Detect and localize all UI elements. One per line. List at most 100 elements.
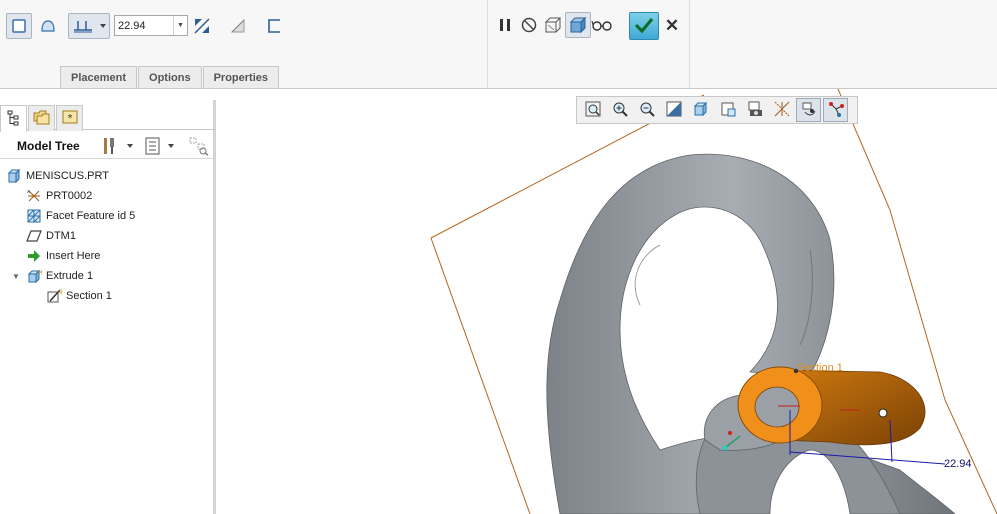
- geometry-preview-button[interactable]: [540, 12, 566, 38]
- datum-display-icon: [773, 100, 791, 121]
- depth-value-field[interactable]: ▼: [114, 15, 188, 36]
- extrude-dashboard: ▼ Placement Options Properties: [0, 0, 997, 89]
- tab-folder-browser[interactable]: [28, 105, 55, 131]
- chevron-down-icon[interactable]: ▼: [173, 16, 187, 35]
- repaint-icon: [665, 100, 683, 121]
- csys-icon: x: [26, 188, 42, 204]
- dashboard-options-group: ▼ Placement Options Properties: [0, 0, 488, 88]
- sketch-icon: ✳: [46, 288, 62, 304]
- facet-feature-icon: [26, 208, 42, 224]
- thicken-sketch-button[interactable]: [261, 13, 287, 39]
- spin-center-icon: [800, 100, 818, 121]
- navigator-tabs: *: [0, 102, 216, 132]
- tab-model-tree[interactable]: [0, 105, 27, 132]
- svg-text:x: x: [27, 189, 30, 195]
- feature-preview-icon: [568, 16, 588, 34]
- tree-item-insert-here[interactable]: Insert Here: [26, 246, 100, 266]
- model-tree-icon: [6, 109, 22, 130]
- section-label[interactable]: Section 1: [797, 362, 843, 374]
- verify-glasses-icon: [591, 18, 613, 32]
- folder-icon: [32, 108, 52, 129]
- tab-favorites[interactable]: *: [56, 105, 83, 131]
- dashboard-preview-group: [488, 0, 690, 88]
- tree-item-csys[interactable]: x PRT0002: [26, 186, 92, 206]
- close-icon: ✕: [664, 16, 680, 35]
- tree-item-section[interactable]: ✳ Section 1: [46, 286, 112, 306]
- zoom-out-button[interactable]: [634, 98, 659, 122]
- solid-extrude-icon: [11, 18, 27, 34]
- depth-option-button[interactable]: [68, 13, 110, 39]
- blind-depth-icon: [71, 18, 107, 34]
- extrude-preview[interactable]: [737, 366, 926, 446]
- svg-text:✳: ✳: [58, 288, 62, 297]
- geometry-preview-icon: [543, 16, 563, 34]
- tree-item-label: DTM1: [46, 230, 76, 242]
- model-tree-title: Model Tree: [17, 139, 80, 153]
- part-icon: [6, 168, 22, 184]
- zoom-in-icon: [611, 100, 629, 121]
- svg-text:✳: ✳: [38, 268, 42, 277]
- solid-extrude-button[interactable]: [6, 13, 32, 39]
- spin-center-button[interactable]: [796, 98, 821, 122]
- expand-arrow-icon[interactable]: ▼: [11, 271, 21, 281]
- display-style-button[interactable]: [688, 98, 713, 122]
- graphics-window[interactable]: Section 1 22.94: [219, 89, 997, 514]
- checkmark-icon: [634, 16, 654, 37]
- tree-item-label: Insert Here: [46, 250, 101, 262]
- refit-button[interactable]: [580, 98, 605, 122]
- datum-plane-icon: [26, 228, 42, 244]
- display-style-icon: [692, 100, 710, 121]
- tree-item-part[interactable]: MENISCUS.PRT: [6, 166, 109, 186]
- surface-extrude-icon: [40, 18, 56, 34]
- tree-item-label: PRT0002: [46, 190, 93, 202]
- flip-direction-icon: [192, 16, 212, 36]
- pause-button[interactable]: [492, 12, 518, 38]
- insert-arrow-icon: [26, 248, 42, 264]
- refit-icon: [584, 100, 602, 121]
- tree-item-label: MENISCUS.PRT: [26, 170, 109, 182]
- no-preview-button[interactable]: [516, 12, 542, 38]
- tree-item-extrude[interactable]: ✳ Extrude 1: [26, 266, 93, 286]
- tree-item-facet-feature[interactable]: Facet Feature id 5: [26, 206, 135, 226]
- depth-value-input[interactable]: [115, 16, 173, 35]
- ok-button[interactable]: [629, 12, 659, 40]
- verify-mode-button[interactable]: [589, 12, 615, 38]
- navigator-panel: * Model Tree MENISCUS.PRT x PRT0002 Face…: [0, 100, 216, 514]
- show-options-icon[interactable]: [144, 136, 180, 159]
- surface-extrude-button[interactable]: [35, 13, 61, 39]
- thicken-icon: [265, 17, 283, 35]
- tree-item-label: Extrude 1: [46, 270, 94, 282]
- tab-properties[interactable]: Properties: [202, 66, 280, 88]
- tree-filter-icon[interactable]: [188, 136, 210, 159]
- annotation-display-button[interactable]: [823, 98, 848, 122]
- saved-views-button[interactable]: [715, 98, 740, 122]
- view-toolbar: [576, 96, 858, 124]
- dashboard-tabs: Placement Options Properties: [60, 66, 280, 88]
- favorites-icon: *: [61, 108, 79, 129]
- tab-placement[interactable]: Placement: [60, 66, 138, 88]
- svg-text:*: *: [67, 113, 72, 124]
- feature-preview-button[interactable]: [565, 12, 591, 38]
- remove-material-icon: [229, 17, 247, 35]
- pause-icon: [498, 17, 512, 33]
- flip-direction-button[interactable]: [189, 13, 215, 39]
- tree-item-label: Section 1: [66, 290, 112, 302]
- tree-item-datum-plane[interactable]: DTM1: [26, 226, 76, 246]
- model-viewport[interactable]: [219, 89, 997, 514]
- saved-views-icon: [719, 100, 737, 121]
- dimension-value-label[interactable]: 22.94: [944, 458, 972, 470]
- tree-item-label: Facet Feature id 5: [46, 210, 136, 222]
- no-preview-icon: [520, 16, 538, 34]
- zoom-out-icon: [638, 100, 656, 121]
- tab-options[interactable]: Options: [138, 66, 202, 88]
- annotation-display-icon: [827, 100, 845, 121]
- zoom-in-button[interactable]: [607, 98, 632, 122]
- repaint-button[interactable]: [661, 98, 686, 122]
- view-manager-button[interactable]: [742, 98, 767, 122]
- settings-tools-icon[interactable]: [101, 136, 137, 159]
- remove-material-button[interactable]: [225, 13, 251, 39]
- cancel-button[interactable]: ✕: [662, 14, 682, 38]
- datum-display-button[interactable]: [769, 98, 794, 122]
- extrude-icon: ✳: [26, 268, 42, 284]
- camera-icon: [746, 100, 764, 121]
